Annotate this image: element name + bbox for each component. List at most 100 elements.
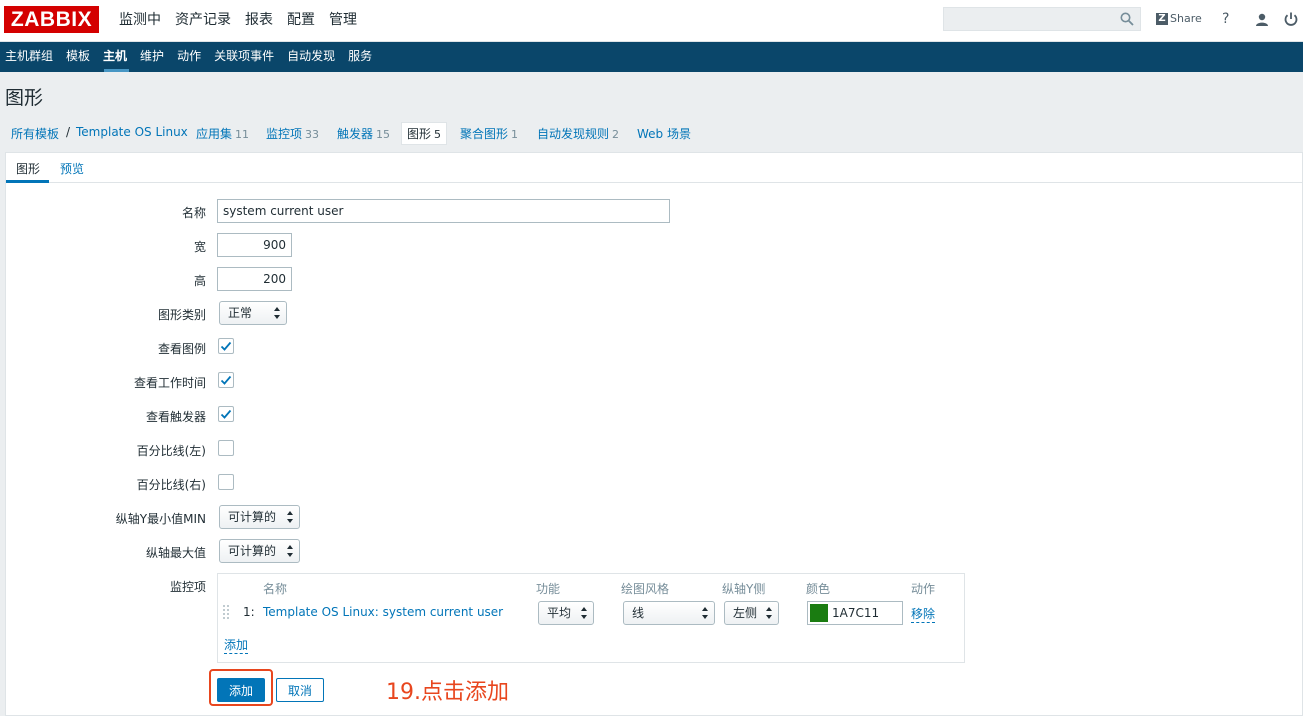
- checkmark-icon: [220, 341, 232, 351]
- show-legend-label: 查看图例: [157, 342, 206, 356]
- nav-screens[interactable]: 聚合图形 1: [460, 125, 518, 142]
- nav-web-scenarios[interactable]: Web 场景: [637, 125, 691, 142]
- checkmark-icon: [220, 375, 232, 385]
- height-input[interactable]: [217, 267, 292, 291]
- height-label: 高: [193, 274, 206, 288]
- main-menu-configuration[interactable]: 配置: [280, 0, 322, 40]
- show-working-time-label: 查看工作时间: [133, 376, 206, 390]
- main-menu-monitoring[interactable]: 监测中: [112, 0, 168, 40]
- tab-preview[interactable]: 预览: [60, 160, 84, 177]
- name-label: 名称: [181, 206, 206, 220]
- share-label: Share: [1170, 12, 1202, 25]
- search-input[interactable]: [944, 8, 1119, 30]
- nav-items-count: 33: [305, 128, 320, 141]
- remove-item-link[interactable]: 移除: [911, 605, 936, 623]
- drag-handle-icon[interactable]: [222, 604, 230, 620]
- share-icon: Z: [1156, 12, 1168, 25]
- col-header-action: 动作: [911, 582, 936, 596]
- main-menu: 监测中 资产记录 报表 配置 管理: [112, 0, 364, 40]
- col-header-function: 功能: [536, 582, 561, 596]
- sub-menu-discovery[interactable]: 自动发现: [282, 42, 343, 72]
- main-menu-administration[interactable]: 管理: [322, 0, 364, 40]
- graph-type-value: 正常: [228, 306, 253, 320]
- nav-triggers-count: 15: [376, 128, 391, 141]
- graph-items-table: 名称 功能 绘图风格 纵轴Y侧 颜色 动作 1: Template OS Lin…: [217, 573, 965, 663]
- sign-out-icon[interactable]: [1283, 11, 1299, 27]
- add-item-link[interactable]: 添加: [224, 636, 249, 654]
- show-working-time-checkbox[interactable]: [218, 372, 234, 388]
- nav-graphs[interactable]: 图形 5: [401, 122, 448, 145]
- select-arrows-icon: [274, 307, 280, 319]
- width-label: 宽: [193, 240, 206, 254]
- item-y-axis-side-value: 左侧: [733, 606, 758, 620]
- select-arrows-icon: [702, 607, 708, 619]
- sub-menu-host-groups[interactable]: 主机群组: [0, 42, 61, 72]
- nav-items[interactable]: 监控项 33: [266, 125, 319, 142]
- nav-discovery-count: 2: [612, 128, 620, 141]
- checkmark-icon: [220, 409, 232, 419]
- zabbix-logo[interactable]: ZABBIX: [4, 6, 99, 33]
- ymax-label: 纵轴最大值: [145, 546, 206, 560]
- sub-menu-actions[interactable]: 动作: [172, 42, 209, 72]
- search-box: [943, 7, 1141, 31]
- percentile-right-checkbox[interactable]: [218, 474, 234, 490]
- select-arrows-icon: [581, 607, 587, 619]
- col-header-color: 颜色: [806, 582, 831, 596]
- sub-menu-templates[interactable]: 模板: [61, 42, 98, 72]
- nav-items-label: 监控项: [266, 127, 303, 141]
- form-tabs: 图形 预览: [6, 153, 1302, 183]
- show-legend-checkbox[interactable]: [218, 338, 234, 354]
- nav-triggers[interactable]: 触发器 15: [337, 125, 390, 142]
- main-menu-reports[interactable]: 报表: [238, 0, 280, 40]
- item-row-index: 1:: [243, 605, 255, 619]
- col-header-y-axis-side: 纵轴Y侧: [722, 582, 766, 596]
- ymin-value: 可计算的: [228, 510, 277, 524]
- share-link[interactable]: Z Share: [1156, 12, 1202, 25]
- width-input[interactable]: [217, 233, 292, 257]
- sub-menu-maintenance[interactable]: 维护: [135, 42, 172, 72]
- sub-menu-hosts[interactable]: 主机: [98, 42, 135, 72]
- breadcrumb-template[interactable]: Template OS Linux: [76, 125, 188, 139]
- tab-graph[interactable]: 图形: [16, 160, 40, 177]
- percentile-left-checkbox[interactable]: [218, 440, 234, 456]
- select-arrows-icon: [287, 545, 293, 557]
- nav-applications[interactable]: 应用集 11: [196, 125, 249, 142]
- ymin-select[interactable]: 可计算的: [219, 505, 300, 529]
- active-tab-indicator: [6, 180, 49, 183]
- sub-menu-services[interactable]: 服务: [343, 42, 380, 72]
- item-function-select[interactable]: 平均: [538, 601, 594, 625]
- cancel-button[interactable]: 取消: [276, 678, 324, 702]
- name-input[interactable]: [217, 199, 670, 223]
- sub-menu: 主机群组 模板 主机 维护 动作 关联项事件 自动发现 服务: [0, 42, 1303, 72]
- annotation-highlight-box: [209, 669, 273, 706]
- item-name-link[interactable]: Template OS Linux: system current user: [263, 605, 503, 619]
- item-y-axis-side-select[interactable]: 左侧: [724, 601, 779, 625]
- graph-type-select[interactable]: 正常: [219, 301, 287, 325]
- nav-applications-count: 11: [235, 128, 250, 141]
- show-triggers-checkbox[interactable]: [218, 406, 234, 422]
- select-arrows-icon: [287, 511, 293, 523]
- search-icon[interactable]: [1120, 12, 1134, 26]
- sub-menu-event-correlation[interactable]: 关联项事件: [209, 42, 282, 72]
- percentile-right-label: 百分比线(右): [136, 478, 206, 492]
- item-function-value: 平均: [547, 606, 572, 620]
- breadcrumb: 所有模板 / Template OS Linux 应用集 11 监控项 33 触发器…: [0, 118, 1303, 148]
- ymax-select[interactable]: 可计算的: [219, 539, 300, 563]
- item-color-picker[interactable]: 1A7C11: [807, 601, 903, 625]
- ymax-value: 可计算的: [228, 544, 277, 558]
- page-title: 图形: [5, 87, 44, 109]
- nav-graphs-label: 图形: [407, 127, 432, 141]
- nav-triggers-label: 触发器: [337, 127, 374, 141]
- graph-type-label: 图形类别: [157, 308, 206, 322]
- main-menu-inventory[interactable]: 资产记录: [168, 0, 238, 40]
- item-draw-style-select[interactable]: 线: [623, 601, 715, 625]
- annotation-text: 19.点击添加: [386, 680, 509, 705]
- color-swatch[interactable]: [810, 604, 828, 622]
- nav-discovery-rules[interactable]: 自动发现规则 2: [537, 125, 619, 142]
- help-icon[interactable]: ?: [1222, 11, 1229, 27]
- breadcrumb-all-templates[interactable]: 所有模板: [11, 125, 59, 142]
- col-header-draw-style: 绘图风格: [621, 582, 670, 596]
- nav-screens-count: 1: [511, 128, 519, 141]
- user-profile-icon[interactable]: [1254, 12, 1270, 28]
- item-draw-style-value: 线: [632, 606, 645, 620]
